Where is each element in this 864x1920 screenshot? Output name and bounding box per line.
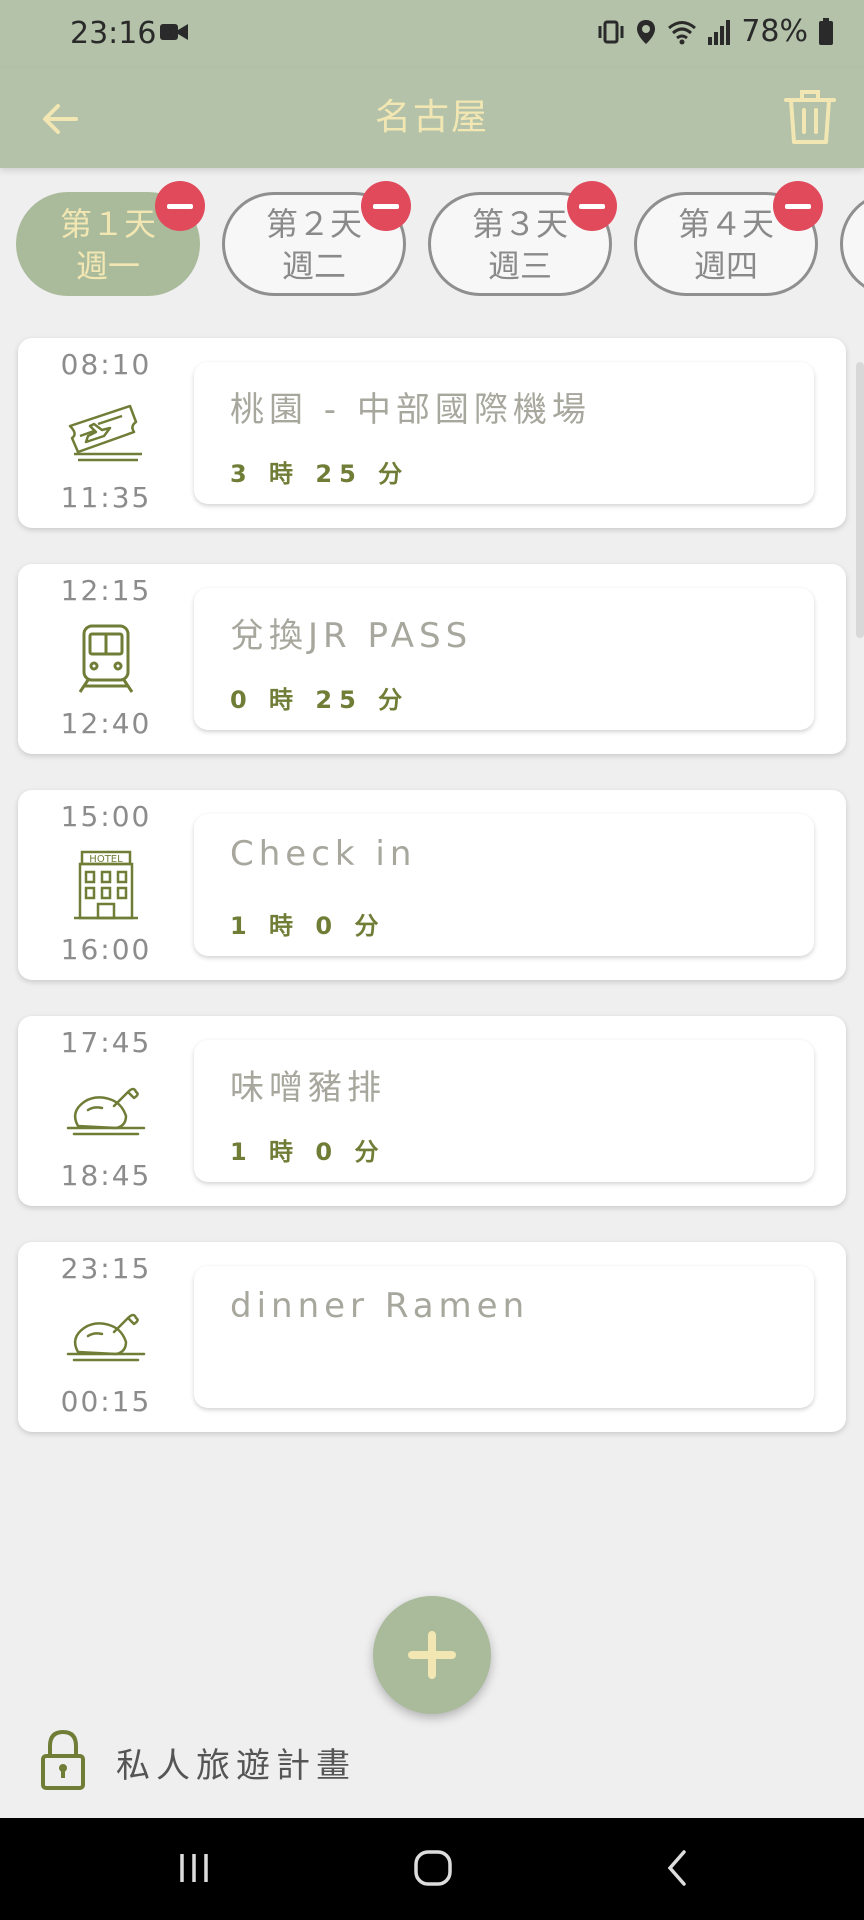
roast-chicken-icon (66, 1087, 146, 1136)
battery-icon (819, 17, 833, 45)
event-title: dinner Ramen (230, 1286, 530, 1326)
schedule-card[interactable]: 08:10 11:35 桃園 - 中部國際機場 3 時 25 分 (18, 338, 846, 528)
lock-icon (41, 1729, 85, 1790)
day-tab-3[interactable]: 第３天 週三 (428, 181, 617, 296)
privacy-label: 私人旅遊計畫 (116, 1746, 356, 1786)
remove-day-button[interactable] (773, 181, 823, 231)
event-detail[interactable]: Check in 1 時 0 分 (194, 814, 814, 956)
wifi-icon (668, 20, 697, 44)
hotel-icon: HOTEL (74, 850, 138, 920)
day-tab-weekday: 週二 (281, 247, 346, 285)
plane-ticket-icon (68, 404, 142, 462)
add-event-button[interactable] (373, 1596, 491, 1714)
location-icon (637, 19, 656, 44)
event-title: 桃園 - 中部國際機場 (230, 390, 591, 430)
event-title: Check in (230, 834, 417, 874)
start-time: 23:15 (60, 1252, 152, 1285)
home-icon[interactable] (412, 1848, 454, 1888)
event-detail[interactable]: 桃園 - 中部國際機場 3 時 25 分 (194, 362, 814, 504)
video-record-icon (160, 24, 188, 40)
event-duration: 0 時 25 分 (230, 686, 410, 714)
remove-day-button[interactable] (155, 181, 205, 231)
event-title: 味噌豬排 (230, 1068, 386, 1108)
schedule-card[interactable]: 12:15 12:40 兌換JR PASS 0 時 25 分 (18, 564, 846, 754)
schedule-card[interactable]: 23:15 00:15 dinner Ramen (18, 1242, 846, 1432)
day-tab-weekday: 週三 (487, 247, 552, 285)
roast-chicken-icon (66, 1313, 146, 1362)
event-duration: 3 時 25 分 (230, 460, 410, 488)
vibrate-icon (598, 20, 624, 43)
event-detail[interactable]: 味噌豬排 1 時 0 分 (194, 1040, 814, 1182)
event-duration: 1 時 0 分 (230, 1138, 386, 1166)
day-tabs: 第１天 週一 第２天 週二 第３天 週三 第４天 週四 (0, 168, 864, 308)
day-tab-5-partial[interactable] (840, 192, 864, 296)
status-icons: 78% (597, 14, 834, 49)
end-time: 00:15 (60, 1385, 152, 1418)
status-time: 23:16 (70, 16, 157, 51)
system-nav-bar (0, 1818, 864, 1920)
end-time: 11:35 (60, 481, 152, 514)
train-icon (78, 624, 134, 693)
remove-day-button[interactable] (567, 181, 617, 231)
day-tab-2[interactable]: 第２天 週二 (222, 181, 411, 296)
start-time: 12:15 (60, 574, 152, 607)
day-tab-weekday: 週一 (75, 247, 140, 285)
trash-icon[interactable] (780, 84, 840, 148)
day-tab-1[interactable]: 第１天 週一 (16, 181, 205, 296)
end-time: 12:40 (60, 707, 152, 740)
plus-icon (408, 1631, 456, 1679)
recent-apps-icon[interactable] (174, 1848, 214, 1888)
day-tab-4[interactable]: 第４天 週四 (634, 181, 823, 296)
schedule-card[interactable]: 17:45 18:45 味噌豬排 1 時 0 分 (18, 1016, 846, 1206)
app-bar: 名古屋 (0, 68, 864, 168)
schedule-card[interactable]: 15:00 HOTEL 16:00 Check in 1 時 0 分 (18, 790, 846, 980)
event-detail[interactable]: dinner Ramen (194, 1266, 814, 1408)
start-time: 17:45 (60, 1026, 152, 1059)
end-time: 18:45 (60, 1159, 152, 1192)
scrollbar[interactable] (856, 362, 864, 638)
status-bar: 23:16 78% (0, 0, 864, 68)
signal-icon (708, 19, 731, 45)
end-time: 16:00 (60, 933, 152, 966)
back-icon[interactable] (662, 1848, 692, 1888)
start-time: 15:00 (60, 800, 152, 833)
remove-day-button[interactable] (361, 181, 411, 231)
event-detail[interactable]: 兌換JR PASS 0 時 25 分 (194, 588, 814, 730)
event-duration: 1 時 0 分 (230, 912, 386, 940)
event-title: 兌換JR PASS (230, 616, 473, 656)
day-tab-weekday: 週四 (693, 247, 758, 285)
start-time: 08:10 (60, 348, 152, 381)
battery-percent: 78% (741, 14, 808, 49)
page-title: 名古屋 (374, 97, 489, 138)
privacy-row[interactable]: 私人旅遊計畫 (0, 1718, 864, 1818)
